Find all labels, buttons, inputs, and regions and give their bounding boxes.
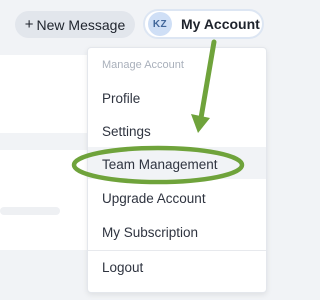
- my-account-button[interactable]: KZ My Account: [143, 9, 264, 39]
- menu-divider: [88, 250, 266, 251]
- menu-item-my-subscription[interactable]: My Subscription: [102, 225, 198, 240]
- background-panel: [0, 150, 95, 250]
- menu-item-team-management[interactable]: Team Management: [102, 157, 218, 172]
- top-bar: + New Message KZ My Account: [0, 0, 284, 48]
- avatar: KZ: [148, 12, 172, 36]
- menu-header: Manage Account: [102, 59, 184, 71]
- background-placeholder-line: [0, 207, 60, 215]
- new-message-button[interactable]: + New Message: [15, 11, 135, 38]
- menu-item-profile[interactable]: Profile: [102, 91, 140, 106]
- my-account-label: My Account: [181, 16, 260, 32]
- new-message-label: New Message: [36, 16, 126, 33]
- menu-item-logout[interactable]: Logout: [102, 260, 143, 275]
- plus-icon: +: [24, 16, 34, 33]
- menu-item-settings[interactable]: Settings: [102, 124, 151, 139]
- account-dropdown-menu: Manage Account Profile Settings Team Man…: [87, 47, 267, 293]
- menu-item-upgrade-account[interactable]: Upgrade Account: [102, 191, 206, 206]
- background-panel: [0, 55, 95, 133]
